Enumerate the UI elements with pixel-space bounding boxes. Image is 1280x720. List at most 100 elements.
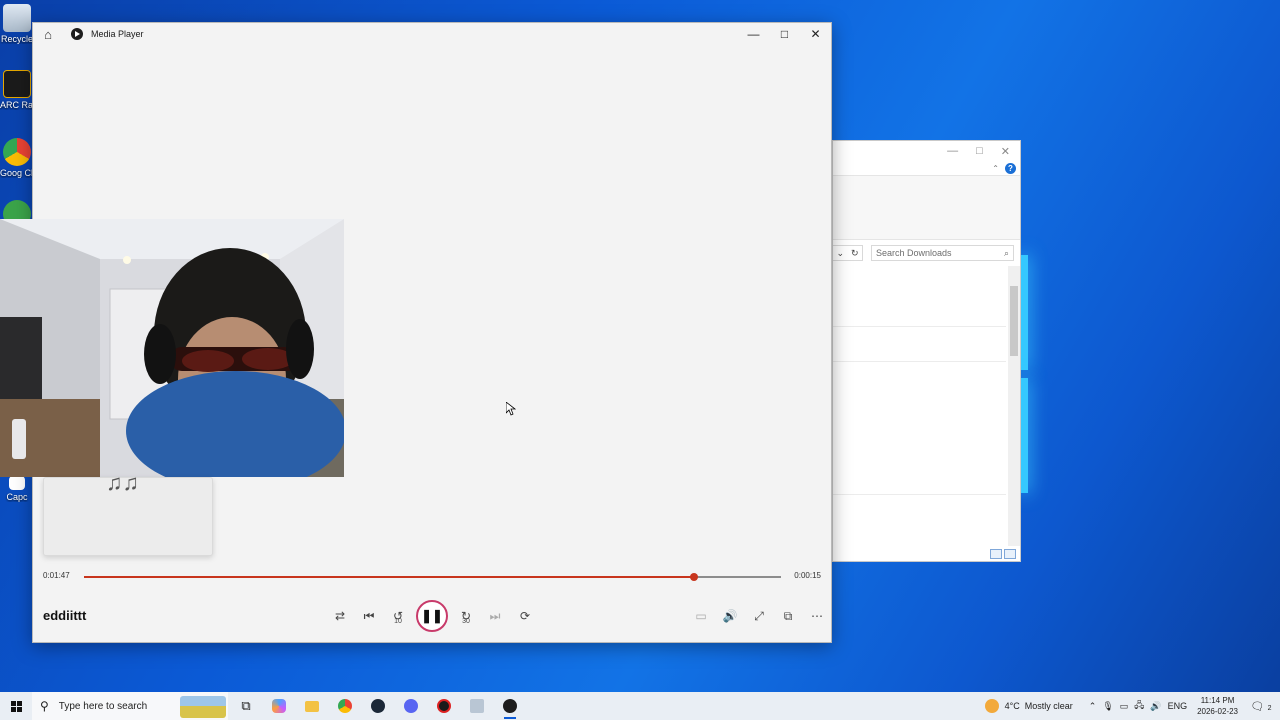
- rewind-button[interactable]: ↺ 10: [385, 605, 411, 627]
- subtitles-button[interactable]: ▭: [688, 605, 714, 627]
- explorer-toolbar: [833, 176, 1020, 240]
- previous-icon: ⏮: [363, 608, 375, 623]
- video-image: [0, 219, 344, 477]
- large-icons-view-icon[interactable]: [1004, 549, 1016, 559]
- repeat-icon: ⟳: [519, 609, 531, 623]
- microphone-icon[interactable]: 🎙: [1102, 701, 1113, 712]
- desktop-icon-capcut[interactable]: Capc: [0, 476, 34, 502]
- miniplayer-icon: ⧉: [783, 608, 793, 623]
- taskbar-search-box[interactable]: ⚲ Type here to search: [32, 692, 228, 720]
- recycle-bin-icon: [3, 4, 31, 32]
- now-playing-title: eddiittt: [43, 608, 87, 623]
- notification-count: 2: [1267, 704, 1272, 712]
- explorer-search-input[interactable]: Search Downloads ⌕: [871, 245, 1014, 261]
- rewind-seconds: 10: [394, 618, 402, 625]
- notification-icon: 🗨: [1250, 700, 1265, 713]
- chevron-up-icon[interactable]: ⌃: [1089, 701, 1097, 712]
- seek-thumb[interactable]: [689, 573, 698, 581]
- window-controls: — □ ✕: [738, 23, 831, 45]
- subtitles-icon: ▭: [695, 609, 707, 623]
- language-indicator[interactable]: ENG: [1168, 701, 1188, 711]
- taskbar-app-discord[interactable]: [399, 693, 423, 719]
- close-icon[interactable]: ✕: [1001, 145, 1010, 158]
- taskbar-app-chrome[interactable]: [333, 693, 357, 719]
- media-player-window[interactable]: ⌂ Media Player — □ ✕ ♫♫ 0:01:47 0:00:15 …: [0, 22, 832, 643]
- fullscreen-icon: ⤢: [754, 608, 764, 623]
- home-icon[interactable]: ⌂: [33, 23, 63, 45]
- arc-raiders-icon: [3, 70, 31, 98]
- desktop-icon-label: Capc: [6, 492, 28, 502]
- taskbar-app-file-explorer[interactable]: [300, 693, 324, 719]
- scrollbar-thumb[interactable]: [1010, 286, 1018, 356]
- volume-icon[interactable]: 🔊: [1150, 701, 1161, 712]
- capcut-icon: [9, 476, 25, 490]
- music-note-icon: ♫♫: [106, 470, 139, 495]
- pause-icon: ❚❚: [421, 608, 443, 623]
- clock-date: 2026-02-23: [1197, 707, 1238, 716]
- list-divider: [833, 361, 1006, 362]
- taskbar-app-copilot[interactable]: [267, 693, 291, 719]
- desktop-light-beam: [1020, 378, 1028, 493]
- display-icon[interactable]: ▭: [1120, 701, 1129, 712]
- desktop-icon-recycle-bin[interactable]: Recycle: [0, 4, 34, 44]
- desktop-icon-arc-raiders[interactable]: ARC Rai: [0, 70, 34, 110]
- clock-time: 11:14 PM: [1200, 696, 1235, 705]
- start-button[interactable]: [0, 692, 32, 720]
- more-options-button[interactable]: ⋯: [804, 605, 830, 627]
- taskbar-app-game[interactable]: [432, 693, 456, 719]
- explorer-scrollbar[interactable]: [1008, 266, 1020, 546]
- taskbar-app-steam[interactable]: [366, 693, 390, 719]
- desktop-icon-label: ARC Rai: [0, 100, 34, 110]
- shuffle-icon: ⇄: [334, 609, 346, 623]
- explorer-file-list[interactable]: [833, 266, 1020, 546]
- chevron-down-icon[interactable]: ⌄: [836, 248, 844, 259]
- explorer-ribbon: ⌃ ?: [833, 161, 1020, 176]
- details-view-icon[interactable]: [990, 549, 1002, 559]
- video-frame[interactable]: [0, 219, 344, 477]
- network-icon[interactable]: 🖧: [1134, 698, 1144, 714]
- address-bar-end[interactable]: ⌄ ↻: [833, 245, 863, 261]
- weather-text[interactable]: 4°C Mostly clear: [1005, 701, 1073, 711]
- media-player-logo-icon: [71, 28, 83, 40]
- more-icon: ⋯: [811, 609, 823, 623]
- fullscreen-button[interactable]: ⤢: [746, 605, 772, 627]
- clock[interactable]: 11:14 PM 2026-02-23: [1197, 695, 1238, 717]
- explorer-address-row: ⌄ ↻ Search Downloads ⌕: [833, 240, 1020, 266]
- close-icon[interactable]: ✕: [800, 23, 831, 45]
- chrome-icon: [338, 699, 352, 713]
- seek-track[interactable]: [84, 573, 781, 581]
- chevron-up-icon[interactable]: ⌃: [992, 164, 999, 173]
- photos-icon: [470, 699, 484, 713]
- file-explorer-window[interactable]: — □ ✕ ⌃ ? ⌄ ↻ Search Downloads ⌕: [832, 140, 1021, 562]
- desktop-icon-google-chrome[interactable]: Goog Chron: [0, 138, 34, 178]
- forward-seconds: 30: [462, 618, 470, 625]
- copilot-icon: [272, 699, 286, 713]
- help-icon[interactable]: ?: [1005, 162, 1016, 174]
- search-highlight-image: [180, 696, 226, 718]
- minimize-icon[interactable]: —: [738, 23, 769, 45]
- desktop-icon-label: Recycle: [0, 34, 33, 44]
- seek-preview-popup: ♫♫: [43, 470, 213, 556]
- task-view-button[interactable]: ⧉: [234, 693, 258, 719]
- search-placeholder: Type here to search: [58, 700, 148, 712]
- previous-button[interactable]: ⏮: [356, 605, 382, 627]
- play-pause-button[interactable]: ❚❚: [416, 600, 448, 632]
- shuffle-button[interactable]: ⇄: [327, 605, 353, 627]
- notifications-button[interactable]: 🗨 2: [1248, 700, 1274, 713]
- volume-button[interactable]: 🔊: [717, 605, 743, 627]
- mouse-cursor-icon: [506, 402, 516, 416]
- taskbar-app-photos[interactable]: [465, 693, 489, 719]
- chrome-icon: [3, 138, 31, 166]
- maximize-icon[interactable]: □: [769, 23, 800, 45]
- refresh-icon[interactable]: ↻: [851, 248, 859, 259]
- seek-bar[interactable]: 0:01:47 0:00:15: [33, 569, 831, 585]
- maximize-icon[interactable]: □: [976, 145, 983, 157]
- repeat-button[interactable]: ⟳: [512, 605, 538, 627]
- search-icon: ⌕: [1003, 247, 1009, 258]
- forward-button[interactable]: ↻ 30: [453, 605, 479, 627]
- taskbar-app-media-player[interactable]: [498, 693, 522, 719]
- minimize-icon[interactable]: —: [947, 145, 958, 157]
- miniplayer-button[interactable]: ⧉: [775, 605, 801, 627]
- next-button[interactable]: ⏭: [482, 605, 508, 627]
- search-placeholder: Search Downloads: [876, 248, 952, 258]
